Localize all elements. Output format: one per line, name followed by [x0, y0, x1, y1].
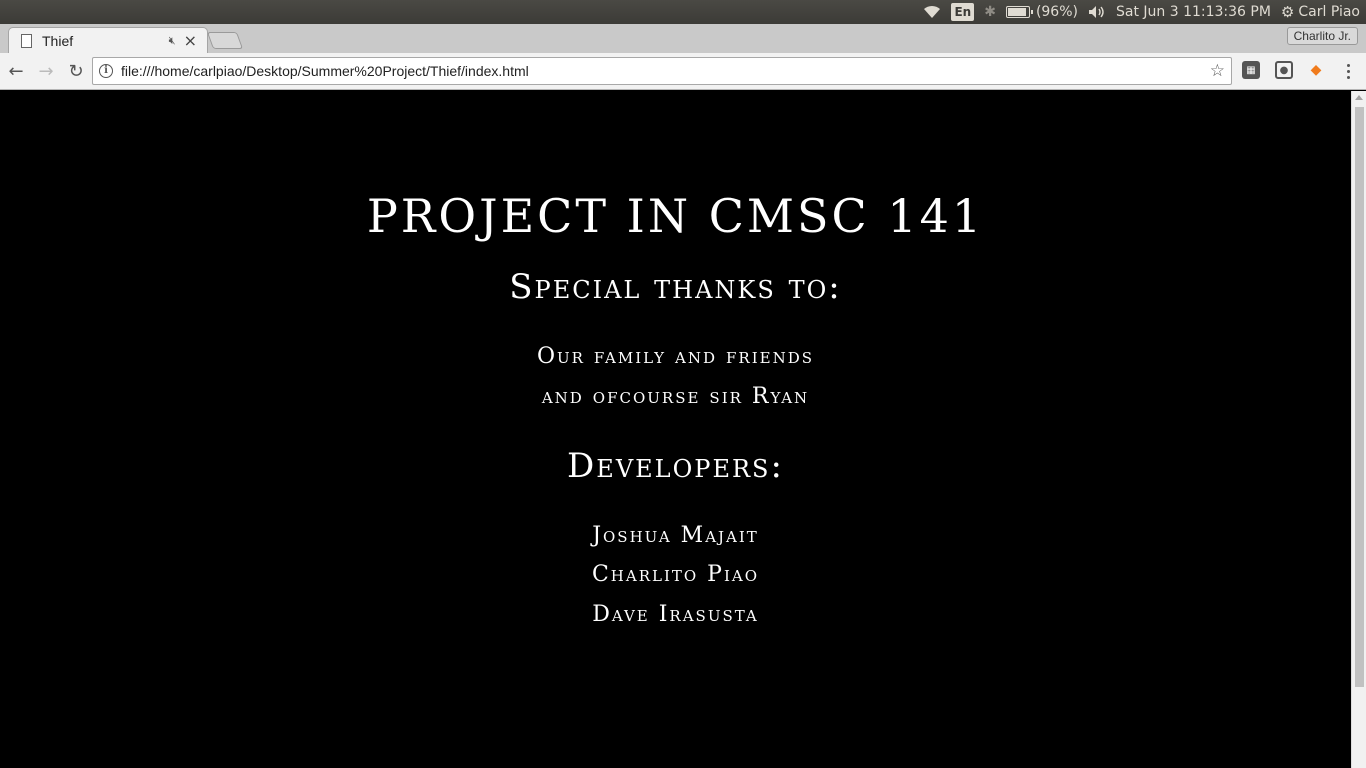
battery-icon — [1005, 6, 1033, 18]
thanks-line: and ofcourse sir Ryan — [541, 384, 810, 409]
user-name: Carl Piao — [1298, 4, 1360, 20]
extension-icon-2[interactable]: ● — [1275, 61, 1293, 79]
scrollbar-thumb[interactable] — [1355, 107, 1364, 687]
session-menu[interactable]: ⚙ Carl Piao — [1281, 3, 1360, 21]
page-scrollbar[interactable] — [1351, 91, 1366, 768]
back-arrow-icon: ← — [8, 60, 24, 82]
menu-dot-icon — [1346, 75, 1350, 79]
extension-icon-1[interactable]: ▦ — [1242, 61, 1260, 79]
keyboard-language-indicator[interactable]: En — [951, 3, 975, 21]
clock[interactable]: Sat Jun 3 11:13:36 PM — [1116, 4, 1271, 20]
page-title: PROJECT IN CMSC 141 — [366, 189, 985, 243]
developer-name: Joshua Majait — [592, 523, 759, 548]
scroll-up-icon[interactable] — [1355, 95, 1363, 100]
document-icon — [21, 33, 32, 48]
url-text[interactable]: file:///home/carlpiao/Desktop/Summer%20P… — [121, 63, 1210, 79]
reload-button[interactable]: ↻ — [62, 57, 90, 85]
address-bar[interactable]: i file:///home/carlpiao/Desktop/Summer%2… — [92, 57, 1232, 85]
bookmark-star-icon[interactable]: ☆ — [1210, 61, 1225, 81]
mute-tab-icon[interactable]: 🔇︎ — [169, 34, 176, 48]
menu-dot-icon — [1346, 63, 1350, 67]
new-tab-button[interactable] — [206, 32, 244, 49]
volume-icon[interactable] — [1088, 5, 1106, 19]
profile-button[interactable]: Charlito Jr. — [1286, 27, 1358, 45]
chrome-menu-button[interactable] — [1340, 61, 1356, 81]
close-tab-icon[interactable]: × — [184, 31, 197, 50]
forward-arrow-icon: → — [38, 60, 54, 82]
tab-strip: Thief 🔇︎ × Charlito Jr. — [0, 24, 1366, 53]
battery-indicator[interactable]: (96%) — [1005, 4, 1078, 20]
tab-thief[interactable]: Thief 🔇︎ × — [8, 27, 208, 53]
info-icon[interactable]: i — [99, 64, 113, 78]
system-top-panel: En ✱ (96%) Sat Jun 3 11:13:36 PM ⚙ Carl … — [0, 0, 1366, 24]
developer-name: Charlito Piao — [591, 562, 760, 587]
browser-toolbar: ← → ↻ i file:///home/carlpiao/Desktop/Su… — [0, 53, 1366, 90]
battery-percent: (96%) — [1035, 4, 1078, 20]
bluetooth-icon[interactable]: ✱ — [984, 4, 996, 20]
page-content: PROJECT IN CMSC 141 Special thanks to: O… — [0, 91, 1351, 768]
thanks-line: Our family and friends — [536, 344, 815, 369]
forward-button[interactable]: → — [32, 57, 60, 85]
reload-icon: ↻ — [68, 60, 84, 82]
special-thanks-heading: Special thanks to: — [509, 267, 842, 307]
wifi-icon[interactable] — [923, 5, 941, 19]
back-button[interactable]: ← — [2, 57, 30, 85]
menu-dot-icon — [1346, 69, 1350, 73]
tab-title: Thief — [42, 32, 74, 49]
developers-heading: Developers: — [567, 446, 784, 486]
extension-icon-3[interactable]: ◆ — [1307, 61, 1325, 79]
gear-icon: ⚙ — [1280, 3, 1295, 21]
developer-name: Dave Irasusta — [592, 602, 759, 627]
